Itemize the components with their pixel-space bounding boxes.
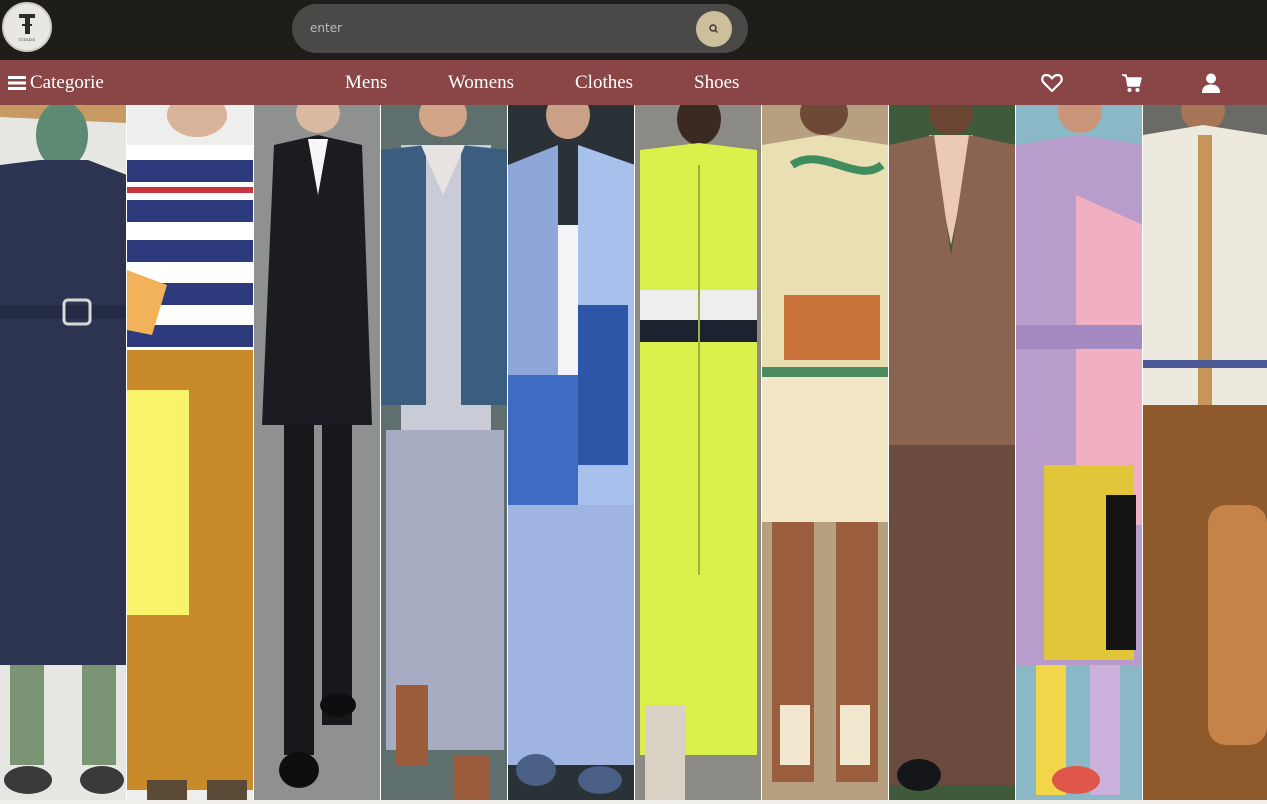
nav-link-mens[interactable]: Mens (345, 71, 387, 95)
look-panel-blue-patchwork[interactable] (508, 105, 635, 800)
search-bar (292, 4, 748, 53)
brown-suit-image (889, 105, 1015, 800)
look-panel-tennis-sweater[interactable] (762, 105, 889, 800)
black-suit-image (254, 105, 380, 800)
top-bar: TIDIDS (0, 0, 1267, 60)
tennis-sweater-image (762, 105, 888, 800)
neon-jumpsuit-image (635, 105, 761, 800)
nav-link-clothes[interactable]: Clothes (575, 71, 633, 95)
blue-patchwork-image (508, 105, 634, 800)
look-panel-neon-jumpsuit[interactable] (635, 105, 762, 800)
look-panel-brown-suit[interactable] (889, 105, 1016, 800)
anchor-sweater-image (127, 105, 253, 800)
logo-text: TIDIDS (18, 37, 36, 42)
logo-mark-icon (19, 14, 35, 34)
hero-gallery (0, 105, 1267, 800)
heart-icon[interactable] (1041, 72, 1063, 94)
nav-bar: Categorie Mens Womens Clothes Shoes (0, 60, 1267, 105)
nav-link-womens[interactable]: Womens (448, 71, 514, 95)
search-icon (709, 24, 718, 33)
look-panel-lilac-trench[interactable] (1016, 105, 1143, 800)
denim-vest-image (381, 105, 507, 800)
cart-icon[interactable] (1121, 72, 1143, 94)
look-panel-camel-cardigan[interactable] (1143, 105, 1267, 800)
search-input[interactable] (310, 16, 690, 40)
nav-link-shoes[interactable]: Shoes (694, 71, 739, 95)
look-panel-navy-trench[interactable] (0, 105, 127, 800)
lilac-trench-image (1016, 105, 1142, 800)
camel-cardigan-image (1143, 105, 1267, 800)
look-panel-anchor-sweater[interactable] (127, 105, 254, 800)
category-menu[interactable]: Categorie (8, 71, 104, 95)
hamburger-icon (8, 76, 26, 90)
category-label: Categorie (30, 72, 104, 93)
brand-logo[interactable]: TIDIDS (2, 2, 52, 52)
search-button[interactable] (696, 11, 732, 47)
look-panel-black-suit[interactable] (254, 105, 381, 800)
navy-trench-image (0, 105, 126, 800)
user-icon[interactable] (1200, 72, 1222, 94)
look-panel-denim-vest[interactable] (381, 105, 508, 800)
bottom-edge (0, 800, 1267, 804)
